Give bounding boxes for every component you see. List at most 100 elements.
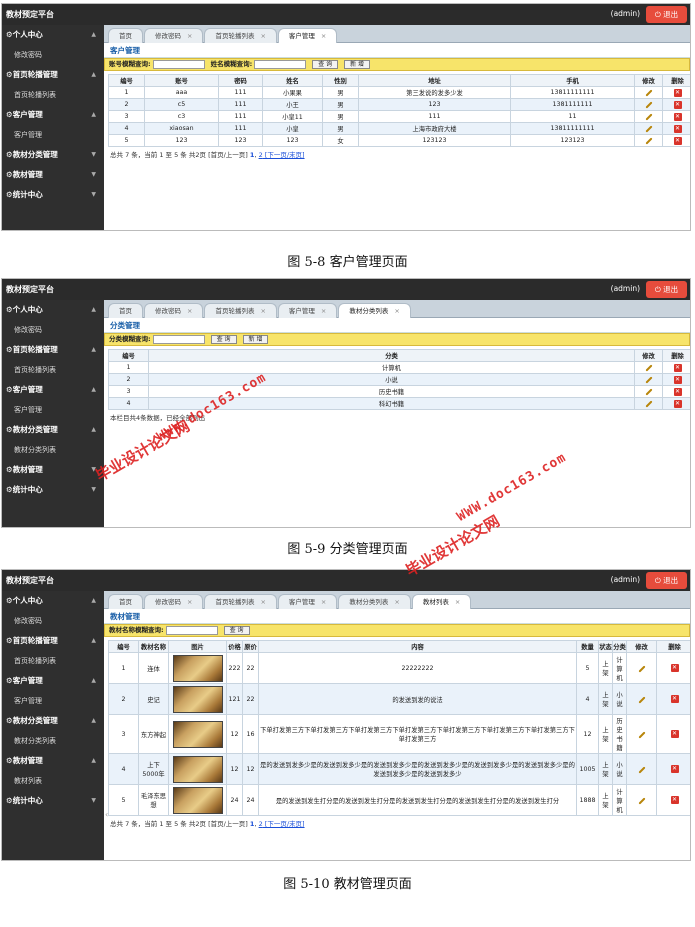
tab-customer-management[interactable]: 客户管理 × [277,594,338,609]
sidebar-group-stats[interactable]: ⚙统计中心 ▼ [2,480,104,500]
pencil-icon[interactable] [637,664,646,673]
close-icon[interactable]: × [260,32,265,40]
sidebar-group-category[interactable]: ⚙教材分类管理 ▼ [2,145,104,165]
delete-x-icon[interactable]: ✕ [673,124,682,133]
tab-home[interactable]: 首页 [108,28,143,43]
pencil-icon[interactable] [644,388,653,396]
close-icon[interactable]: × [321,307,326,315]
chevron-left-icon[interactable]: ‹ [105,810,108,819]
account-search-input[interactable] [152,60,205,69]
delete-x-icon[interactable]: ✕ [670,730,679,738]
tab-carousel-list[interactable]: 首页轮播列表 × [204,303,277,318]
sidebar-group-textbook[interactable]: ⚙教材管理 ▼ [2,460,104,480]
pencil-icon[interactable] [644,113,653,121]
close-icon[interactable]: × [260,598,265,606]
tab-customer-management[interactable]: 客户管理 × [277,303,338,318]
tab-change-password[interactable]: 修改密码 × [144,594,204,609]
pencil-icon[interactable] [637,796,646,805]
close-icon[interactable]: × [187,307,192,315]
pencil-icon[interactable] [644,125,653,133]
close-icon[interactable]: × [455,598,460,606]
tab-home[interactable]: 首页 [108,594,143,609]
close-icon[interactable]: × [260,307,265,315]
sidebar-item-customer-management[interactable]: 客户管理 [2,125,104,145]
delete-x-icon[interactable]: ✕ [670,765,679,773]
sidebar-item-category-list[interactable]: 教材分类列表 [2,440,104,460]
delete-x-icon[interactable]: ✕ [673,375,682,384]
logout-button[interactable]: ⏻ 退出 [646,281,687,298]
logout-button[interactable]: ⏻ 退出 [646,6,687,23]
category-search-input[interactable] [152,335,205,344]
add-button[interactable]: 新 增 [344,60,371,69]
sidebar-group-carousel[interactable]: ⚙首页轮播管理 ▲ [2,65,104,85]
sidebar-group-stats[interactable]: ⚙统计中心 ▼ [2,185,104,205]
next-last-links[interactable]: [下一页/末页] [263,820,305,828]
query-button[interactable]: 查 询 [312,60,339,69]
pencil-icon[interactable] [644,89,653,97]
sidebar-group-customer[interactable]: ⚙客户管理 ▲ [2,105,104,125]
delete-x-icon[interactable]: ✕ [670,796,679,804]
tab-textbook-list[interactable]: 教材列表 × [411,594,472,609]
sidebar-item-textbook-list[interactable]: 教材列表 [2,771,104,791]
sidebar-item-carousel-list[interactable]: 首页轮播列表 [2,651,104,671]
close-icon[interactable]: × [321,32,326,40]
pencil-icon[interactable] [637,730,646,739]
delete-x-icon[interactable]: ✕ [670,695,679,703]
delete-x-icon[interactable]: ✕ [673,363,682,372]
close-icon[interactable]: × [187,32,192,40]
delete-x-icon[interactable]: ✕ [673,399,682,408]
close-icon[interactable]: × [394,598,399,606]
sidebar-item-carousel-list[interactable]: 首页轮播列表 [2,360,104,380]
delete-x-icon[interactable]: ✕ [673,136,682,145]
tab-customer-management[interactable]: 客户管理 × [277,28,338,43]
tab-category-list[interactable]: 教材分类列表 × [338,303,411,318]
pencil-icon[interactable] [637,765,646,774]
close-icon[interactable]: × [187,598,192,606]
delete-x-icon[interactable]: ✕ [673,100,682,109]
delete-x-icon[interactable]: ✕ [673,88,682,97]
next-last-links[interactable]: [下一页/末页] [263,151,305,159]
name-search-input[interactable] [254,60,307,69]
sidebar-group-personal[interactable]: ⚙个人中心 ▲ [2,300,104,320]
tab-change-password[interactable]: 修改密码 × [144,28,204,43]
delete-x-icon[interactable]: ✕ [670,664,679,672]
sidebar-group-carousel[interactable]: ⚙首页轮播管理 ▲ [2,631,104,651]
sidebar-item-customer-management[interactable]: 客户管理 [2,691,104,711]
add-button[interactable]: 新 增 [242,335,269,344]
sidebar-group-personal[interactable]: ⚙个人中心 ▲ [2,25,104,45]
sidebar-group-category[interactable]: ⚙教材分类管理 ▲ [2,420,104,440]
sidebar-group-category[interactable]: ⚙教材分类管理 ▲ [2,711,104,731]
delete-x-icon[interactable]: ✕ [673,112,682,121]
tab-home[interactable]: 首页 [108,303,143,318]
pencil-icon[interactable] [637,695,646,704]
sidebar-group-textbook[interactable]: ⚙教材管理 ▲ [2,751,104,771]
textbook-search-input[interactable] [165,626,218,635]
pencil-icon[interactable] [644,137,653,145]
sidebar-item-change-password[interactable]: 修改密码 [2,320,104,340]
sidebar-item-carousel-list[interactable]: 首页轮播列表 [2,85,104,105]
sidebar-group-personal[interactable]: ⚙个人中心 ▲ [2,591,104,611]
pencil-icon[interactable] [644,376,653,384]
close-icon[interactable]: × [321,598,326,606]
sidebar-group-stats[interactable]: ⚙统计中心 ▼ [2,791,104,811]
logout-button[interactable]: ⏻ 退出 [646,572,687,589]
sidebar-item-change-password[interactable]: 修改密码 [2,611,104,631]
sidebar-group-customer[interactable]: ⚙客户管理 ▲ [2,380,104,400]
query-button[interactable]: 查 询 [210,335,237,344]
query-button[interactable]: 查 询 [223,626,250,635]
pencil-icon[interactable] [644,400,653,408]
sidebar-item-customer-management[interactable]: 客户管理 [2,400,104,420]
tab-carousel-list[interactable]: 首页轮播列表 × [204,594,277,609]
sidebar-item-category-list[interactable]: 教材分类列表 [2,731,104,751]
tab-carousel-list[interactable]: 首页轮播列表 × [204,28,277,43]
sidebar-group-carousel[interactable]: ⚙首页轮播管理 ▲ [2,340,104,360]
close-icon[interactable]: × [394,307,399,315]
pencil-icon[interactable] [644,101,653,109]
pencil-icon[interactable] [644,364,653,372]
sidebar-item-change-password[interactable]: 修改密码 [2,45,104,65]
delete-x-icon[interactable]: ✕ [673,387,682,396]
sidebar-group-customer[interactable]: ⚙客户管理 ▲ [2,671,104,691]
sidebar-group-textbook[interactable]: ⚙教材管理 ▼ [2,165,104,185]
tab-category-list[interactable]: 教材分类列表 × [338,594,411,609]
tab-change-password[interactable]: 修改密码 × [144,303,204,318]
